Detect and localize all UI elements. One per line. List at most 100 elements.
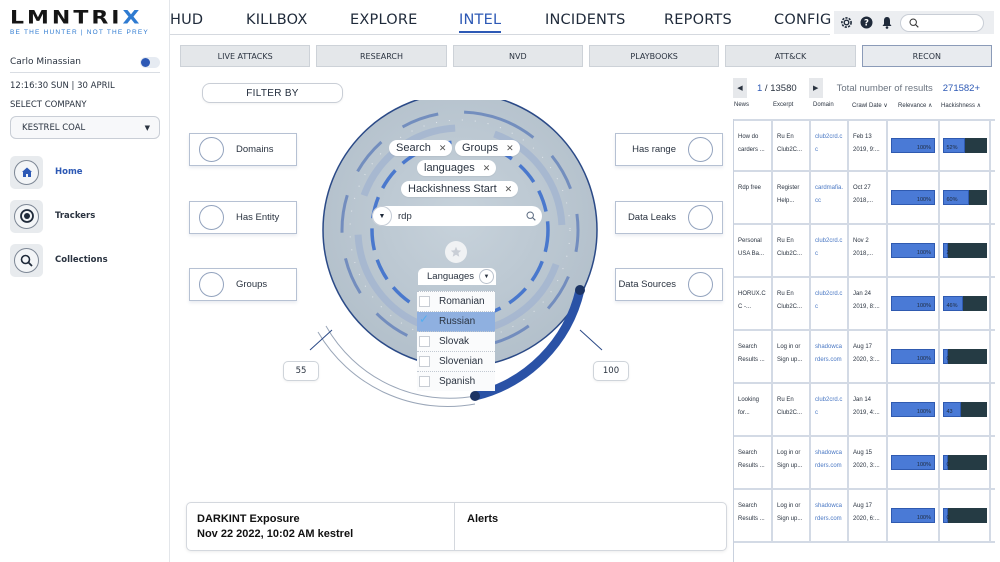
language-option-russian[interactable]: Russian [417,312,495,332]
table-row[interactable]: Looking for... Ru En Club2C... club2crd.c c Ja… [734,384,995,437]
user-toggle[interactable] [140,56,160,68]
cell-domain[interactable]: shadowca rders.com [811,490,849,541]
cell-crawl-date: Aug 17 2020, 3:... [849,331,888,382]
sidebar-item-trackers[interactable]: Trackers [10,199,160,233]
prev-page-button[interactable]: ◀ [733,78,747,98]
favorite-button[interactable] [445,241,467,263]
language-option-slovenian[interactable]: Slovenian [417,352,495,372]
filter-chip-languages[interactable]: languages ✕ [417,160,497,176]
close-icon[interactable]: ✕ [505,184,513,195]
cell-news-line: Search [738,503,758,509]
checkbox[interactable] [419,356,430,367]
dial-search-input[interactable] [398,210,518,222]
cell-domain-line: club2crd.c [815,238,843,244]
col-news[interactable]: News [734,102,749,108]
table-row[interactable]: Search Results ... Log in or Sign up... shad… [734,437,995,490]
cell-domain[interactable]: club2crd.c c [811,278,849,329]
col-relevance[interactable]: Relevance ∧ [898,102,932,109]
cell-excerpt: Ru En Club2C... [773,384,811,435]
col-crawl-date[interactable]: Crawl Date ∨ [852,102,888,109]
cell-domain-line: cardmafia. [815,185,844,191]
languages-dropdown[interactable]: Languages ▼ [418,268,496,285]
filter-chip-hackishness[interactable]: Hackishness Start ✕ [401,181,519,197]
close-icon[interactable]: ✕ [439,143,447,154]
nav-killbox[interactable]: KILLBOX [246,12,307,28]
cell-domain[interactable]: club2crd.c c [811,121,849,170]
chevron-down-icon[interactable]: ▼ [372,206,392,226]
cell-news: Search Results ... [734,490,773,541]
cell-domain-line: c [815,410,818,416]
cell-domain-line: c [815,147,818,153]
close-icon[interactable]: ✕ [506,143,514,154]
global-search-input[interactable] [923,18,979,27]
global-search[interactable] [900,13,984,32]
settings-icon[interactable] [840,16,853,29]
table-row[interactable]: Search Results ... Log in or Sign up... shad… [734,331,995,384]
next-page-button[interactable]: ▶ [808,78,823,98]
tab-live-attacks[interactable]: LIVE ATTACKS [180,45,311,67]
tab-nvd[interactable]: NVD [452,45,583,67]
cell-crawl-date-line: 2019, 9:... [853,147,880,153]
filter-chip-search[interactable]: Search ✕ [389,140,453,156]
nav-reports[interactable]: REPORTS [664,12,732,28]
nav-config[interactable]: CONFIG [774,12,831,28]
table-row[interactable]: How do carders ... Ru En Club2C... club2crd.… [734,119,995,172]
range-max-value[interactable]: 100 [593,361,629,381]
cell-news: How do carders ... [734,121,773,170]
tab-playbooks[interactable]: PLAYBOOKS [588,45,720,67]
table-row[interactable]: Search Results ... Log in or Sign up... shad… [734,490,995,543]
relevance-bar: 100% [891,455,935,470]
cell-domain[interactable]: shadowca rders.com [811,331,849,382]
cell-relevance: 100% [888,172,940,223]
company-select[interactable]: KESTREL COAL ▼ [10,116,160,139]
nav-intel[interactable]: INTEL [459,12,502,33]
sidebar: LMNTRIX BE THE HUNTER | NOT THE PREY Car… [0,0,170,562]
range-handle-max[interactable] [575,285,585,295]
language-option-slovak[interactable]: Slovak [417,332,495,352]
checkbox[interactable] [419,376,430,387]
cell-domain[interactable]: club2crd.c c [811,384,849,435]
close-icon[interactable]: ✕ [483,163,491,174]
bell-icon[interactable] [880,16,893,29]
chevron-down-icon[interactable]: ▼ [479,269,494,284]
table-row[interactable]: HORUX.C C -... Ru En Club2C... club2crd.c c Ja… [734,278,995,331]
col-hackishness[interactable]: Hackishness ∧ [941,102,981,109]
sidebar-item-home[interactable]: Home [10,155,160,189]
help-icon[interactable]: ? [860,16,873,29]
language-option-romanian[interactable]: Romanian [417,292,495,312]
user-row: Carlo Minassian [10,53,160,71]
tab-attack[interactable]: ATT&CK [725,45,856,67]
nav-incidents[interactable]: INCIDENTS [545,12,626,28]
nav-explore[interactable]: EXPLORE [350,12,417,28]
cell-excerpt: Ru En Club2C... [773,225,811,276]
checkbox[interactable] [419,336,430,347]
darkint-exposure[interactable]: DARKINT Exposure Nov 22 2022, 10:02 AM k… [187,503,455,550]
tab-research[interactable]: RESEARCH [316,45,447,67]
range-handle-min[interactable] [470,391,480,401]
cell-domain[interactable]: shadowca rders.com [811,437,849,488]
cell-domain[interactable]: cardmafia. cc [811,172,849,223]
col-excerpt[interactable]: Excerpt [773,102,793,108]
col-domain[interactable]: Domain [813,102,834,108]
language-option-spanish[interactable]: Spanish [417,372,495,391]
range-tick-min [309,329,333,351]
nav-hud[interactable]: HUD [170,12,203,28]
table-row[interactable]: Rdp free Register Help... cardmafia. cc Oct 2… [734,172,995,225]
results-panel: ◀ 1 / 13580 ▶ Total number of results 27… [731,76,996,562]
sidebar-item-collections[interactable]: Collections [10,243,160,277]
cell-crawl-date-line: Jan 14 [853,397,872,403]
cell-domain[interactable]: club2crd.c c [811,225,849,276]
checkbox[interactable] [419,296,430,307]
checkbox-checked[interactable] [419,312,430,327]
cell-news-line: Results ... [738,357,765,363]
cell-relevance: 100% [888,278,940,329]
filter-radio [688,137,713,162]
table-row[interactable]: Personal USA Ba... Ru En Club2C... club2crd.… [734,225,995,278]
cell-crawl-date: Oct 27 2018,... [849,172,888,223]
filter-chip-groups[interactable]: Groups ✕ [455,140,520,156]
alerts-panel[interactable]: Alerts [455,503,498,550]
tab-recon[interactable]: RECON [861,45,992,67]
search-icon[interactable] [526,211,536,221]
cell-domain-line: rders.com [815,516,842,522]
range-min-value[interactable]: 55 [283,361,319,381]
